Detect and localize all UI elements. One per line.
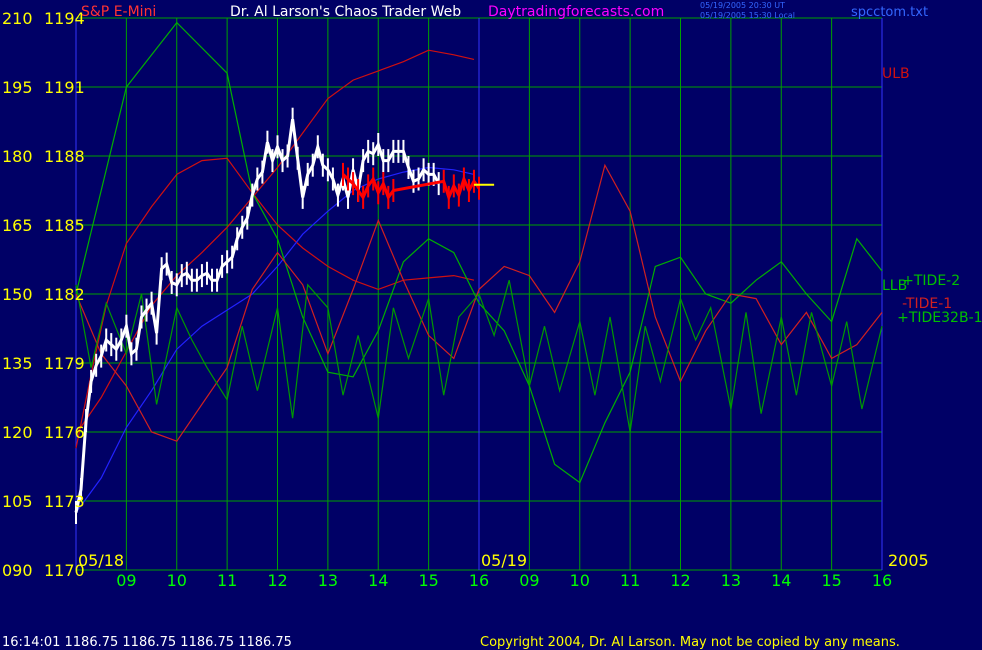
price-axis-label: 1185 (44, 216, 85, 235)
hour-tick-label: 14 (771, 571, 791, 590)
hour-tick-label: 12 (670, 571, 690, 590)
header-title: Dr. Al Larson's Chaos Trader Web (230, 4, 461, 20)
osc-axis-label: 105 (2, 492, 33, 511)
header-time-local: 05/19/2005 15:30 Local (700, 11, 795, 20)
osc-axis-label: 180 (2, 147, 33, 166)
hour-tick-label: 09 (519, 571, 539, 590)
header-site: Daytradingforecasts.com (488, 4, 664, 20)
header-symbol: S&P E-Mini (81, 4, 156, 20)
hour-tick-label: 15 (418, 571, 438, 590)
hour-tick-label: 16 (469, 571, 489, 590)
price-axis-label: 1176 (44, 423, 85, 442)
hour-tick-label: 13 (318, 571, 338, 590)
price-axis-label: 1179 (44, 354, 85, 373)
series-label-tide2: +TIDE-2 (902, 273, 960, 289)
date-label: 2005 (888, 551, 929, 570)
osc-axis-label: 120 (2, 423, 33, 442)
osc-axis-label: 165 (2, 216, 33, 235)
price-axis-label: 1182 (44, 285, 85, 304)
osc-axis-label: 090 (2, 561, 33, 580)
hour-tick-label: 11 (217, 571, 237, 590)
date-label: 05/18 (78, 551, 124, 570)
date-label: 05/19 (481, 551, 527, 570)
hour-tick-label: 12 (267, 571, 287, 590)
price-axis-label: 1191 (44, 78, 85, 97)
footer-quote: 16:14:01 1186.75 1186.75 1186.75 1186.75 (2, 635, 292, 650)
hour-tick-label: 09 (116, 571, 136, 590)
header-file: spcctom.txt (851, 5, 928, 20)
hour-tick-label: 14 (368, 571, 388, 590)
hour-tick-label: 16 (872, 571, 892, 590)
hour-tick-label: 10 (570, 571, 590, 590)
hour-tick-label: 11 (620, 571, 640, 590)
price-axis-label: 1188 (44, 147, 85, 166)
series-label-tide32b: +TIDE32B-1 (897, 310, 982, 326)
hour-tick-label: 15 (821, 571, 841, 590)
osc-axis-label: 210 (2, 9, 33, 28)
series-label-ulb: ULB (882, 66, 910, 82)
price-axis-label: 1173 (44, 492, 85, 511)
footer-copyright: Copyright 2004, Dr. Al Larson. May not b… (480, 635, 900, 650)
hour-tick-label: 10 (167, 571, 187, 590)
chaos-trader-chart: ULBLLB+TIDE-2-TIDE-1+TIDE32B-1 210 119419… (0, 0, 982, 650)
price-axis-label: 1194 (44, 9, 85, 28)
osc-axis-label: 135 (2, 354, 33, 373)
hour-tick-label: 13 (721, 571, 741, 590)
osc-axis-label: 150 (2, 285, 33, 304)
osc-axis-label: 195 (2, 78, 33, 97)
header-time-utc: 05/19/2005 20:30 UT (700, 1, 785, 10)
